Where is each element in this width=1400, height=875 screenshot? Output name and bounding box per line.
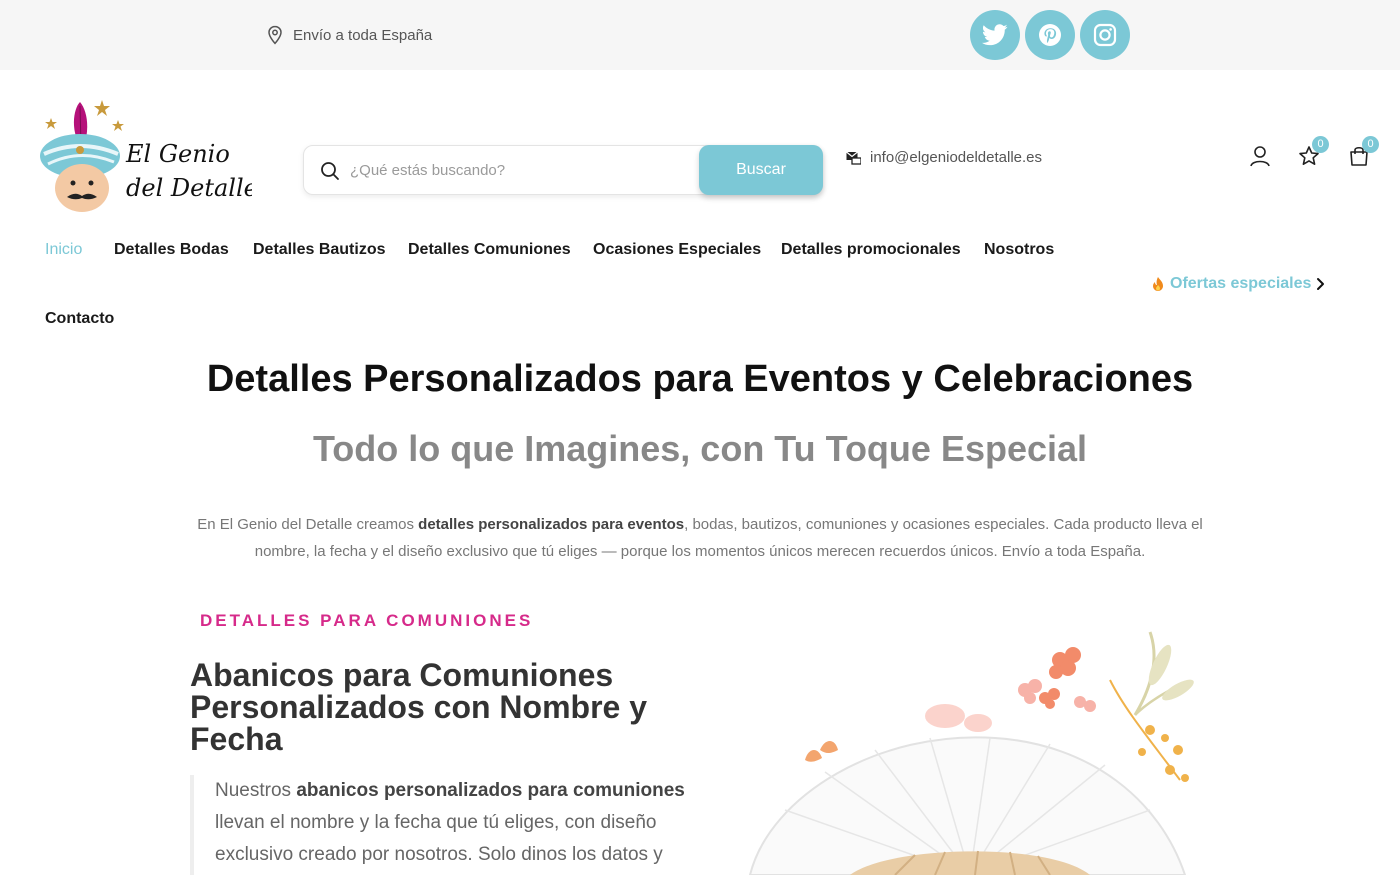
section-title: Abanicos para Comuniones Personalizados … [190, 657, 648, 757]
fan-product-image [730, 620, 1210, 875]
shipping-text: Envío a toda España [293, 26, 433, 44]
search-input[interactable] [350, 146, 700, 194]
user-icon [1250, 146, 1270, 167]
svg-text:El Genio: El Genio [125, 140, 230, 168]
contact-email[interactable]: info@elgeniodeldetalle.es [846, 149, 1042, 166]
nav-item-inicio[interactable]: Inicio [45, 241, 82, 259]
pinterest-link[interactable] [1025, 10, 1075, 60]
email-text: info@elgeniodeldetalle.es [870, 149, 1043, 166]
nav-item-ocasiones-especiales[interactable]: Ocasiones Especiales [593, 241, 761, 259]
section-quote: Nuestros abanicos personalizados para co… [190, 775, 690, 875]
offers-label: Ofertas especiales [1170, 275, 1312, 292]
nav-item-nosotros[interactable]: Nosotros [984, 241, 1054, 259]
site-logo[interactable]: El Genio del Detalle [40, 98, 258, 214]
genie-logo-icon: El Genio del Detalle [40, 100, 258, 212]
page-subtitle: Todo lo que Imagines, con Tu Toque Espec… [312, 428, 1088, 469]
instagram-icon [1093, 23, 1117, 47]
map-pin-icon [268, 25, 282, 45]
nav-item-detalles-bodas[interactable]: Detalles Bodas [114, 241, 229, 259]
mail-icon [846, 151, 861, 165]
nav-item-contacto[interactable]: Contacto [45, 310, 114, 328]
section-eyebrow: DETALLES PARA COMUNIONES [200, 611, 534, 630]
intro-paragraph: En El Genio del Detalle creamos detalles… [197, 516, 1203, 560]
chevron-right-icon [1317, 278, 1325, 290]
search-icon [321, 162, 339, 180]
instagram-link[interactable] [1080, 10, 1130, 60]
page-title: Detalles Personalizados para Eventos y C… [206, 358, 1194, 400]
account-button[interactable] [1249, 145, 1271, 167]
nav-item-detalles-promocionales[interactable]: Detalles promocionales [781, 241, 961, 259]
search-button[interactable]: Buscar [699, 145, 823, 195]
special-offers-link[interactable]: Ofertas especiales [1150, 275, 1327, 293]
twitter-link[interactable] [970, 10, 1020, 60]
search-bar: Buscar [303, 145, 823, 195]
cart-count-badge: 0 [1362, 136, 1379, 153]
fire-icon [1153, 277, 1163, 291]
wishlist-count-badge: 0 [1312, 136, 1329, 153]
svg-text:del Detalle: del Detalle [126, 174, 252, 202]
shipping-info: Envío a toda España [266, 25, 432, 45]
pinterest-icon [1039, 24, 1061, 46]
top-bar: Envío a toda España [0, 0, 1400, 70]
nav-item-detalles-comuniones[interactable]: Detalles Comuniones [408, 241, 571, 259]
twitter-icon [982, 24, 1008, 46]
nav-item-detalles-bautizos[interactable]: Detalles Bautizos [253, 241, 385, 259]
